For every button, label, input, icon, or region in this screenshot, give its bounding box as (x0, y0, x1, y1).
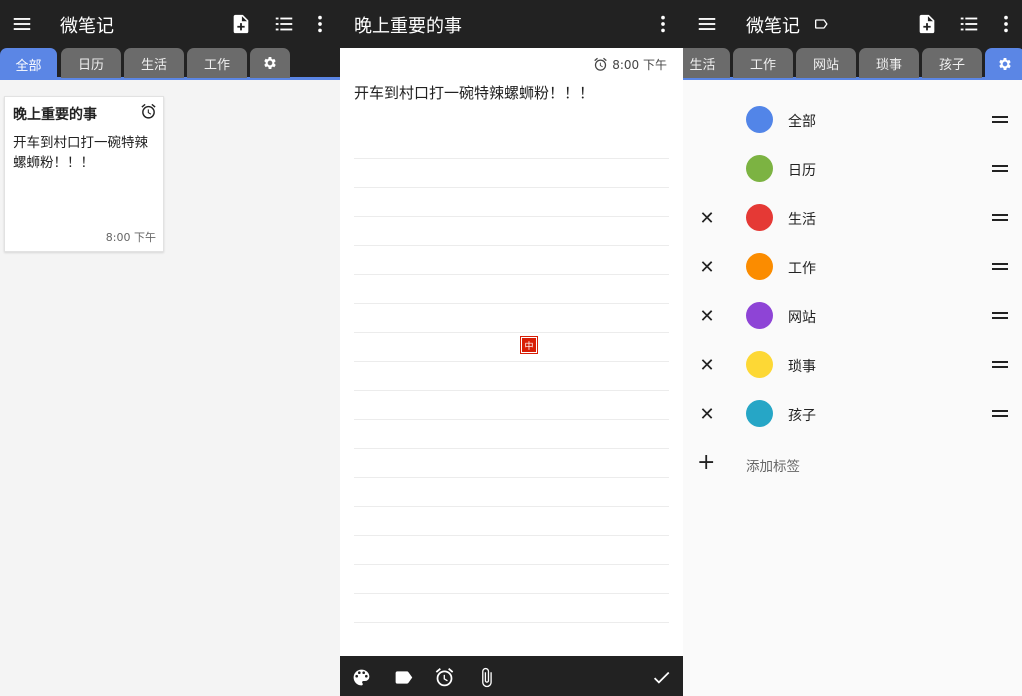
app-bar: 微笔记 (683, 0, 1022, 48)
drag-handle-icon[interactable] (992, 405, 1008, 421)
tag-color-dot[interactable] (746, 106, 773, 133)
tag-color-dot[interactable] (746, 351, 773, 378)
tab-all[interactable]: 全部 (0, 48, 57, 80)
tab-kids[interactable]: 孩子 (922, 48, 982, 78)
tag-color-dot[interactable] (746, 253, 773, 280)
tag-name[interactable]: 日历 (788, 160, 816, 180)
note-editor-screen: 晚上重要的事 8:00 下午 开车到村口打一碗特辣螺蛳粉！！！ 中 (340, 0, 683, 696)
app-bar: 微笔记 (0, 0, 340, 48)
tab-website[interactable]: 网站 (796, 48, 856, 78)
tag-row-website: ✕ 网站 (683, 294, 1022, 343)
tag-row-calendar: 日历 (683, 147, 1022, 196)
tab-life[interactable]: 生活 (124, 48, 184, 78)
menu-icon[interactable] (8, 10, 36, 38)
tab-settings[interactable] (985, 48, 1022, 80)
drag-handle-icon[interactable] (992, 111, 1008, 127)
tab-work[interactable]: 工作 (187, 48, 247, 78)
drag-handle-icon[interactable] (992, 160, 1008, 176)
tag-row-work: ✕ 工作 (683, 245, 1022, 294)
tag-tab-bar: 生活 工作 网站 琐事 孩子 (683, 48, 1022, 80)
list-view-icon[interactable] (955, 10, 983, 38)
tab-settings[interactable] (250, 48, 290, 78)
tag-name[interactable]: 生活 (788, 209, 816, 229)
tag-color-dot[interactable] (746, 400, 773, 427)
tag-icon[interactable] (391, 665, 415, 689)
attach-icon[interactable] (474, 665, 498, 689)
tab-life[interactable]: 生活 (683, 48, 730, 78)
note-card[interactable]: 晚上重要的事 开车到村口打一碗特辣螺蛳粉！！！ 8:00 下午 (4, 96, 164, 252)
note-add-icon[interactable] (913, 10, 941, 38)
drag-handle-icon[interactable] (992, 209, 1008, 225)
note-text-area[interactable]: 开车到村口打一碗特辣螺蛳粉！！！ (354, 82, 594, 103)
tag-color-dot[interactable] (746, 302, 773, 329)
alarm-icon[interactable] (432, 665, 456, 689)
delete-tag-icon[interactable]: ✕ (697, 208, 717, 229)
settings-icon (264, 57, 276, 69)
tag-name[interactable]: 网站 (788, 307, 816, 327)
add-tag-label[interactable]: 添加标签 (746, 455, 800, 475)
ruled-lines[interactable] (354, 130, 669, 650)
reminder-time-label: 8:00 下午 (612, 58, 667, 72)
delete-tag-icon[interactable]: ✕ (697, 257, 717, 278)
palette-icon[interactable] (349, 665, 373, 689)
tab-calendar[interactable]: 日历 (61, 48, 121, 78)
tag-row-kids: ✕ 孩子 (683, 392, 1022, 441)
tag-name[interactable]: 琐事 (788, 356, 816, 376)
tag-row-chores: ✕ 琐事 (683, 343, 1022, 392)
alarm-icon (594, 57, 607, 71)
note-add-icon[interactable] (227, 10, 255, 38)
tag-row-all: 全部 (683, 98, 1022, 147)
delete-tag-icon[interactable]: ✕ (697, 306, 717, 327)
tag-color-dot[interactable] (746, 155, 773, 182)
tab-chores[interactable]: 琐事 (859, 48, 919, 78)
more-vert-icon[interactable] (649, 10, 677, 38)
settings-icon (999, 58, 1011, 70)
drag-handle-icon[interactable] (992, 307, 1008, 323)
tag-row-life: ✕ 生活 (683, 196, 1022, 245)
app-title: 微笔记 (60, 16, 114, 37)
drag-handle-icon[interactable] (992, 258, 1008, 274)
menu-icon[interactable] (693, 10, 721, 38)
more-vert-icon[interactable] (992, 10, 1020, 38)
add-tag-row[interactable]: + 添加标签 (683, 449, 1022, 479)
notes-list-screen: 微笔记 全部 日历 生活 工作 晚上重要的事 开车到村口打一碗特辣螺蛳粉！！！ … (0, 0, 340, 696)
tag-tab-bar: 全部 日历 生活 工作 (0, 48, 340, 80)
delete-tag-icon[interactable]: ✕ (697, 355, 717, 376)
tag-name[interactable]: 工作 (788, 258, 816, 278)
ime-indicator: 中 (521, 337, 537, 353)
tag-manager-screen: 微笔记 生活 工作 网站 琐事 孩子 全部 日历 ✕ 生活 ✕ 工作 ✕ 网站 … (683, 0, 1022, 696)
editor-toolbar (340, 656, 683, 696)
drag-handle-icon[interactable] (992, 356, 1008, 372)
more-vert-icon[interactable] (306, 10, 334, 38)
note-card-title: 晚上重要的事 (13, 107, 97, 123)
list-view-icon[interactable] (270, 10, 298, 38)
add-icon[interactable]: + (697, 451, 715, 475)
reminder-time[interactable]: 8:00 下午 (593, 56, 667, 73)
label-icon[interactable] (809, 12, 833, 36)
editor-title[interactable]: 晚上重要的事 (354, 12, 462, 38)
note-card-body: 开车到村口打一碗特辣螺蛳粉！！！ (13, 135, 148, 171)
note-card-time: 8:00 下午 (105, 231, 156, 244)
app-title: 微笔记 (746, 16, 800, 37)
delete-tag-icon[interactable]: ✕ (697, 404, 717, 425)
tag-name[interactable]: 全部 (788, 111, 816, 131)
check-icon[interactable] (649, 665, 673, 689)
editor-app-bar: 晚上重要的事 (340, 0, 683, 48)
tag-name[interactable]: 孩子 (788, 405, 816, 425)
tab-work[interactable]: 工作 (733, 48, 793, 78)
alarm-icon (140, 103, 157, 120)
tag-color-dot[interactable] (746, 204, 773, 231)
